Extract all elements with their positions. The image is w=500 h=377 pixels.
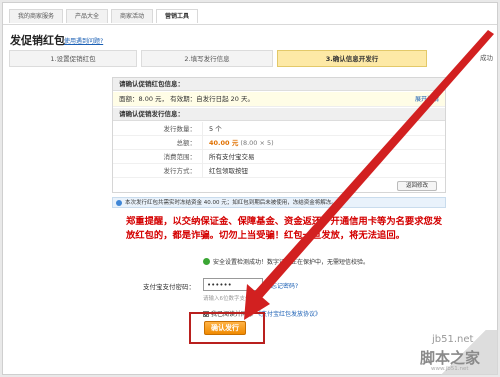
quantity-label: 发行数量： bbox=[113, 122, 203, 136]
total-label: 总额： bbox=[113, 136, 203, 150]
scope-label: 消费范围： bbox=[113, 150, 203, 164]
total-amount: 40.00 元 bbox=[209, 139, 239, 147]
quantity-value: 5 个 bbox=[209, 125, 222, 133]
method-row: 发行方式： 红包领取按钮 bbox=[113, 164, 445, 178]
face-value-text: 面额：8.00 元， 有效期：自发行日起 20 天。 bbox=[119, 95, 255, 103]
tab-merchant-service[interactable]: 我的商家服务 bbox=[9, 9, 64, 23]
total-formula: (8.00 × 5) bbox=[240, 139, 274, 147]
face-value-row: 面额：8.00 元， 有效期：自发行日起 20 天。 展开详情 bbox=[113, 92, 445, 107]
method-label: 发行方式： bbox=[113, 164, 203, 178]
watermark-site: jb51.net bbox=[432, 334, 474, 345]
step-3-current: 3.确认信息开发行 bbox=[277, 50, 427, 67]
total-value: 40.00 元 (8.00 × 5) bbox=[209, 136, 274, 150]
expand-details-link[interactable]: 展开详情 bbox=[415, 92, 439, 107]
confirm-info-panel: 请确认促销红包信息： 面额：8.00 元， 有效期：自发行日起 20 天。 展开… bbox=[112, 77, 446, 193]
issue-info-heading: 请确认促销发行信息： bbox=[113, 108, 445, 121]
password-hint: 请输入6位数字支付密码 bbox=[203, 296, 262, 302]
forgot-password-link[interactable]: 忘记密码? bbox=[271, 281, 298, 290]
method-value: 红包领取按钮 bbox=[209, 167, 248, 175]
freeze-notice: 本次发行红包共需实时冻结资金 40.00 元；如红包到期后未被使用，冻结资金将解… bbox=[112, 197, 446, 208]
tab-marketing-tools[interactable]: 营销工具 bbox=[156, 9, 199, 23]
scope-value: 所有支付宝交易 bbox=[209, 153, 255, 161]
confirm-issue-button[interactable]: 确认发行 bbox=[204, 321, 246, 335]
freeze-notice-text: 本次发行红包共需实时冻结资金 40.00 元；如红包到期后未被使用，冻结资金将解… bbox=[125, 200, 337, 206]
page-title: 发促销红包 bbox=[10, 34, 65, 47]
step-1: 1.设置促销红包 bbox=[9, 50, 137, 67]
check-success-icon bbox=[203, 258, 210, 265]
info-icon bbox=[116, 200, 122, 206]
top-nav: 我的商家服务 产品大全 商家活动 营销工具 bbox=[3, 9, 199, 25]
help-link[interactable]: 使用遇到问题? bbox=[64, 36, 103, 45]
redpacket-info-heading: 请确认促销红包信息： bbox=[113, 78, 445, 91]
password-label: 支付宝支付密码： bbox=[143, 283, 195, 291]
tab-merchant-events[interactable]: 商家活动 bbox=[111, 9, 154, 23]
step-2: 2.填写发行信息 bbox=[141, 50, 273, 67]
page: 我的商家服务 产品大全 商家活动 营销工具 发促销红包 使用遇到问题? 1.设置… bbox=[2, 2, 498, 375]
total-row: 总额： 40.00 元 (8.00 × 5) bbox=[113, 136, 445, 150]
fraud-warning: 郑重提醒，以交纳保证金、保障基金、资金返还、开通信用卡等为名要求您发放红包的，都… bbox=[126, 216, 443, 241]
password-input[interactable]: •••••• bbox=[203, 278, 263, 291]
security-text: 安全设置检测成功！数字证书正在保护中，无需短信校验。 bbox=[213, 259, 370, 266]
security-check: 安全设置检测成功！数字证书正在保护中，无需短信校验。 bbox=[203, 257, 369, 266]
quantity-row: 发行数量： 5 个 bbox=[113, 122, 445, 136]
progress-steps: 1.设置促销红包 2.填写发行信息 3.确认信息开发行 成功 bbox=[9, 50, 497, 67]
tab-products[interactable]: 产品大全 bbox=[66, 9, 109, 23]
scope-row: 消费范围： 所有支付宝交易 bbox=[113, 150, 445, 164]
watermark-url: www.jb51.net bbox=[431, 366, 469, 372]
back-edit-button[interactable]: 返回修改 bbox=[397, 181, 437, 191]
step-4: 成功 bbox=[431, 50, 497, 67]
nav-divider bbox=[3, 24, 497, 25]
watermark-name: 脚本之家 bbox=[420, 349, 481, 367]
